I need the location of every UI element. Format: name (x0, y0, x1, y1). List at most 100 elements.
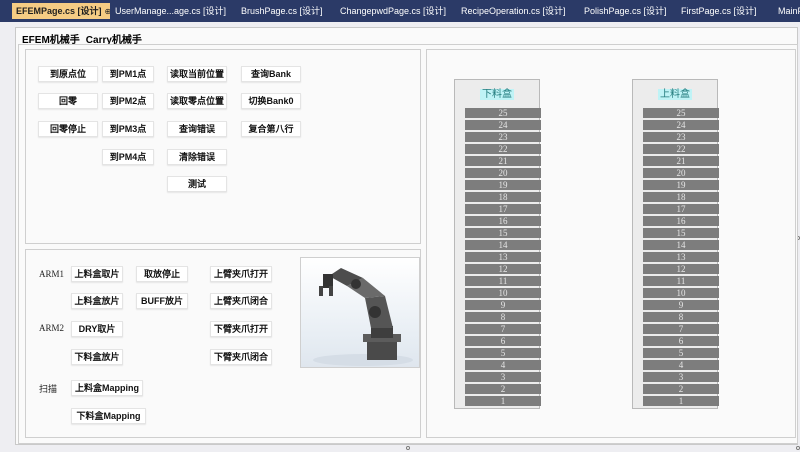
cassette-slot[interactable]: 9 (465, 300, 541, 310)
cassette-slot[interactable]: 3 (643, 372, 719, 382)
cassette-slot[interactable]: 7 (643, 324, 719, 334)
cassette-slot[interactable]: 11 (465, 276, 541, 286)
dry-pick-button[interactable]: DRY取片 (71, 321, 123, 337)
pick-place-stop-button[interactable]: 取放停止 (136, 266, 188, 282)
test-button[interactable]: 测试 (167, 176, 227, 192)
query-bank-button[interactable]: 查询Bank (241, 66, 301, 82)
cassette-slot[interactable]: 21 (643, 156, 719, 166)
lower-cassette-place-button[interactable]: 下料盒放片 (71, 349, 123, 365)
cassette-slot[interactable]: 15 (643, 228, 719, 238)
home-stop-button[interactable]: 回零停止 (38, 121, 98, 137)
tab-efem-page[interactable]: EFEMPage.cs [设计]⊕× (12, 3, 110, 19)
cassette-slot[interactable]: 25 (465, 108, 541, 118)
tab-label: PolishPage.cs [设计] (584, 6, 667, 16)
cassette-slot[interactable]: 8 (465, 312, 541, 322)
cassette-slot[interactable]: 13 (465, 252, 541, 262)
cassette-slot[interactable]: 3 (465, 372, 541, 382)
clear-error-button[interactable]: 清除错误 (167, 149, 227, 165)
cassette-slot[interactable]: 6 (643, 336, 719, 346)
tab-label: MainFo (778, 6, 800, 16)
cassette-slot[interactable]: 9 (643, 300, 719, 310)
tab-label: EFEMPage.cs [设计] (16, 6, 102, 16)
cassette-slot[interactable]: 21 (465, 156, 541, 166)
tab-brush-page[interactable]: BrushPage.cs [设计] (237, 3, 333, 19)
home-button[interactable]: 回零 (38, 93, 98, 109)
lower-arm-gripper-open-button[interactable]: 下臂夹爪打开 (210, 321, 272, 337)
cassette-slot[interactable]: 14 (465, 240, 541, 250)
tab-label: ChangepwdPage.cs [设计] (340, 6, 447, 16)
cassette-slot[interactable]: 25 (643, 108, 719, 118)
lower-arm-gripper-close-button[interactable]: 下臂夹爪闭合 (210, 349, 272, 365)
cassette-slot[interactable]: 13 (643, 252, 719, 262)
cassette-slot[interactable]: 17 (643, 204, 719, 214)
cassette-slot[interactable]: 23 (643, 132, 719, 142)
tab-control-header: EFEM机械手 Carry机械手 (22, 30, 148, 46)
cassette-slot[interactable]: 15 (465, 228, 541, 238)
scan-label: 扫描 (39, 384, 58, 394)
cassette-slot[interactable]: 11 (643, 276, 719, 286)
cassette-slot[interactable]: 19 (643, 180, 719, 190)
cassette-slot[interactable]: 4 (643, 360, 719, 370)
cassette-slot[interactable]: 24 (643, 120, 719, 130)
cassette-slot[interactable]: 5 (465, 348, 541, 358)
tab-first-page[interactable]: FirstPage.cs [设计] (677, 3, 771, 19)
goto-pm1-button[interactable]: 到PM1点 (102, 66, 154, 82)
tab-label: FirstPage.cs [设计] (681, 6, 757, 16)
cassette-slot[interactable]: 12 (643, 264, 719, 274)
upper-cassette-mapping-button[interactable]: 上料盒Mapping (71, 380, 143, 396)
cassette-slot[interactable]: 16 (643, 216, 719, 226)
switch-bank0-button[interactable]: 切换Bank0 (241, 93, 301, 109)
cassette-slot[interactable]: 2 (643, 384, 719, 394)
cassette-slot[interactable]: 22 (643, 144, 719, 154)
tab-changepwd-page[interactable]: ChangepwdPage.cs [设计] (336, 3, 454, 19)
cassette-slot[interactable]: 10 (643, 288, 719, 298)
cassette-slot[interactable]: 20 (643, 168, 719, 178)
goto-pm2-button[interactable]: 到PM2点 (102, 93, 154, 109)
upper-arm-gripper-close-button[interactable]: 上臂夹爪闭合 (210, 293, 272, 309)
arm2-label: ARM2 (39, 323, 65, 333)
cassette-slot[interactable]: 24 (465, 120, 541, 130)
cassette-slot[interactable]: 22 (465, 144, 541, 154)
upper-cassette-place-button[interactable]: 上料盒放片 (71, 293, 123, 309)
cassette-slot[interactable]: 5 (643, 348, 719, 358)
pin-icon[interactable]: ⊕ (105, 4, 110, 19)
cassette-slot[interactable]: 12 (465, 264, 541, 274)
query-error-button[interactable]: 查询错误 (167, 121, 227, 137)
goto-pm4-button[interactable]: 到PM4点 (102, 149, 154, 165)
buffer-place-button[interactable]: BUFF放片 (136, 293, 188, 309)
read-current-position-button[interactable]: 读取当前位置 (167, 66, 227, 82)
cassette-slot[interactable]: 14 (643, 240, 719, 250)
cassette-slot[interactable]: 6 (465, 336, 541, 346)
cassette-slot[interactable]: 18 (643, 192, 719, 202)
reset-row-eight-button[interactable]: 复合第八行 (241, 121, 301, 137)
cassette-slot[interactable]: 2 (465, 384, 541, 394)
upper-cassette-pick-button[interactable]: 上料盒取片 (71, 266, 123, 282)
cassette-slot[interactable]: 1 (465, 396, 541, 406)
cassette-slot[interactable]: 19 (465, 180, 541, 190)
resize-handle-corner[interactable] (796, 446, 800, 450)
tab-recipe-operation[interactable]: RecipeOperation.cs [设计] (457, 3, 577, 19)
read-zero-position-button[interactable]: 读取零点位置 (167, 93, 227, 109)
upper-arm-gripper-open-button[interactable]: 上臂夹爪打开 (210, 266, 272, 282)
cassette-slot[interactable]: 18 (465, 192, 541, 202)
cassette-slot[interactable]: 8 (643, 312, 719, 322)
cassette-slot[interactable]: 16 (465, 216, 541, 226)
cassette-slot[interactable]: 20 (465, 168, 541, 178)
cassette-slot[interactable]: 7 (465, 324, 541, 334)
cassette-slot[interactable]: 4 (465, 360, 541, 370)
resize-handle-bottom[interactable] (406, 446, 410, 450)
tab-main-form[interactable]: MainFo (774, 3, 800, 19)
tab-user-manage-page[interactable]: UserManage...age.cs [设计] (111, 3, 235, 19)
tab-label: BrushPage.cs [设计] (241, 6, 323, 16)
lower-cassette-mapping-button[interactable]: 下料盒Mapping (71, 408, 146, 424)
cassette-slot[interactable]: 17 (465, 204, 541, 214)
cassette-slot[interactable]: 1 (643, 396, 719, 406)
cassette-slot[interactable]: 23 (465, 132, 541, 142)
goto-pm3-button[interactable]: 到PM3点 (102, 121, 154, 137)
robot-arm-image (300, 257, 420, 368)
goto-origin-button[interactable]: 到原点位 (38, 66, 98, 82)
upper-cassette: 上料盒 25 24 23 22 21 20 19 18 17 16 15 14 13 12 11 10 9 8 7 6… (632, 79, 719, 409)
motion-control-panel: 到原点位 到PM1点 读取当前位置 查询Bank 回零 到PM2点 读取零点位置… (25, 49, 421, 244)
tab-polish-page[interactable]: PolishPage.cs [设计] (580, 3, 674, 19)
cassette-slot[interactable]: 10 (465, 288, 541, 298)
